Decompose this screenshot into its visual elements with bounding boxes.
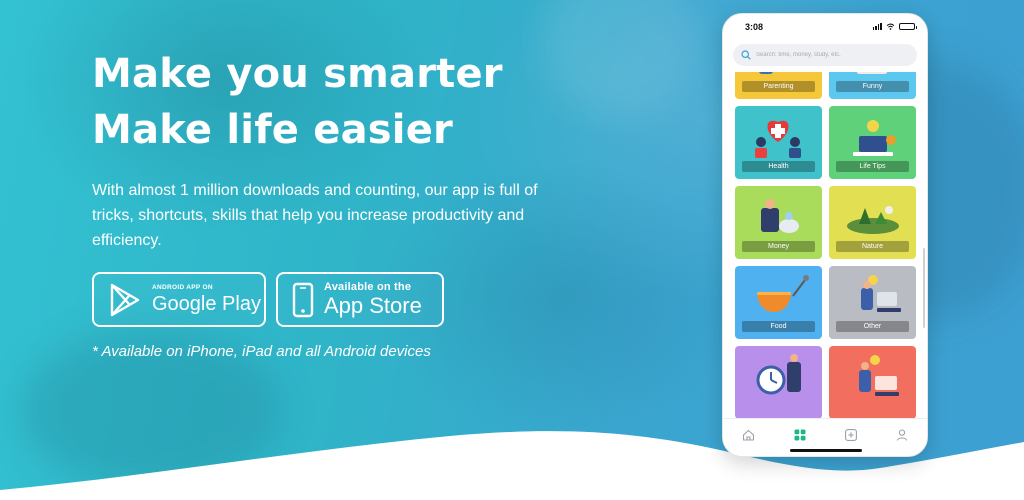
scrollbar[interactable] [923, 248, 925, 328]
category-card[interactable]: Funny [829, 72, 916, 99]
description: With almost 1 million downloads and coun… [92, 182, 538, 249]
category-card[interactable] [735, 346, 822, 419]
category-label: Food [742, 321, 815, 332]
google-play-small-text: ANDROID APP ON [152, 283, 213, 291]
category-card[interactable]: Other [829, 266, 916, 339]
money-illustration [761, 199, 799, 233]
tab-categories[interactable] [785, 427, 815, 443]
category-card[interactable]: Life Tips [829, 106, 916, 179]
health-illustration [755, 120, 801, 158]
tab-add[interactable] [836, 427, 866, 443]
background-blur [540, 0, 700, 120]
category-card[interactable]: Food [735, 266, 822, 339]
category-label: Funny [836, 81, 909, 92]
headline-line-1: Make you smarter [92, 51, 503, 97]
category-label: Life Tips [836, 161, 909, 172]
battery-icon [899, 23, 917, 30]
headline-line-2: Make life easier [92, 107, 453, 153]
grid-icon [794, 429, 805, 441]
home-icon [742, 429, 755, 441]
profile-icon [896, 429, 907, 441]
status-bar: 3:08 [723, 14, 927, 40]
google-play-big-text: Google Play [152, 292, 261, 315]
category-label: Money [742, 241, 815, 252]
other-illustration [861, 275, 901, 312]
signal-icon [872, 23, 882, 30]
category-card[interactable] [829, 346, 916, 419]
person-illustration [859, 355, 899, 396]
wifi-icon [886, 23, 895, 30]
category-card[interactable]: Parenting [735, 72, 822, 99]
availability-note: * Available on iPhone, iPad and all Andr… [92, 343, 431, 360]
headline: Make you smarter Make life easier [92, 46, 503, 158]
plus-square-icon [844, 429, 857, 441]
home-indicator [790, 449, 862, 452]
category-grid-viewport: Parenting Funny Health Life Tips Money Nature… [723, 72, 927, 432]
phone-icon [292, 282, 314, 318]
search-bar[interactable] [733, 44, 917, 66]
category-card[interactable]: Nature [829, 186, 916, 259]
category-label: Nature [836, 241, 909, 252]
app-store-button[interactable]: Available on the App Store [276, 272, 444, 327]
clock-illustration [756, 354, 801, 395]
category-card[interactable]: Health [735, 106, 822, 179]
status-time: 3:08 [745, 22, 764, 32]
category-grid: Parenting Funny Health Life Tips Money Nature… [735, 72, 916, 419]
phone-mockup: 3:08 Parenting Funny Health Life Tips Money N… [722, 13, 928, 457]
app-store-big-text: App Store [324, 293, 422, 318]
category-label: Health [742, 161, 815, 172]
lifetips-illustration [853, 120, 896, 156]
google-play-icon [108, 282, 142, 318]
search-input[interactable] [756, 52, 906, 58]
category-card[interactable]: Money [735, 186, 822, 259]
tab-profile[interactable] [887, 427, 917, 443]
food-illustration [757, 275, 809, 312]
google-play-button[interactable]: ANDROID APP ON Google Play [92, 272, 266, 327]
category-label: Parenting [742, 81, 815, 92]
tab-home[interactable] [734, 427, 764, 443]
search-icon [741, 50, 751, 60]
nature-illustration [847, 206, 899, 234]
category-label: Other [836, 321, 909, 332]
